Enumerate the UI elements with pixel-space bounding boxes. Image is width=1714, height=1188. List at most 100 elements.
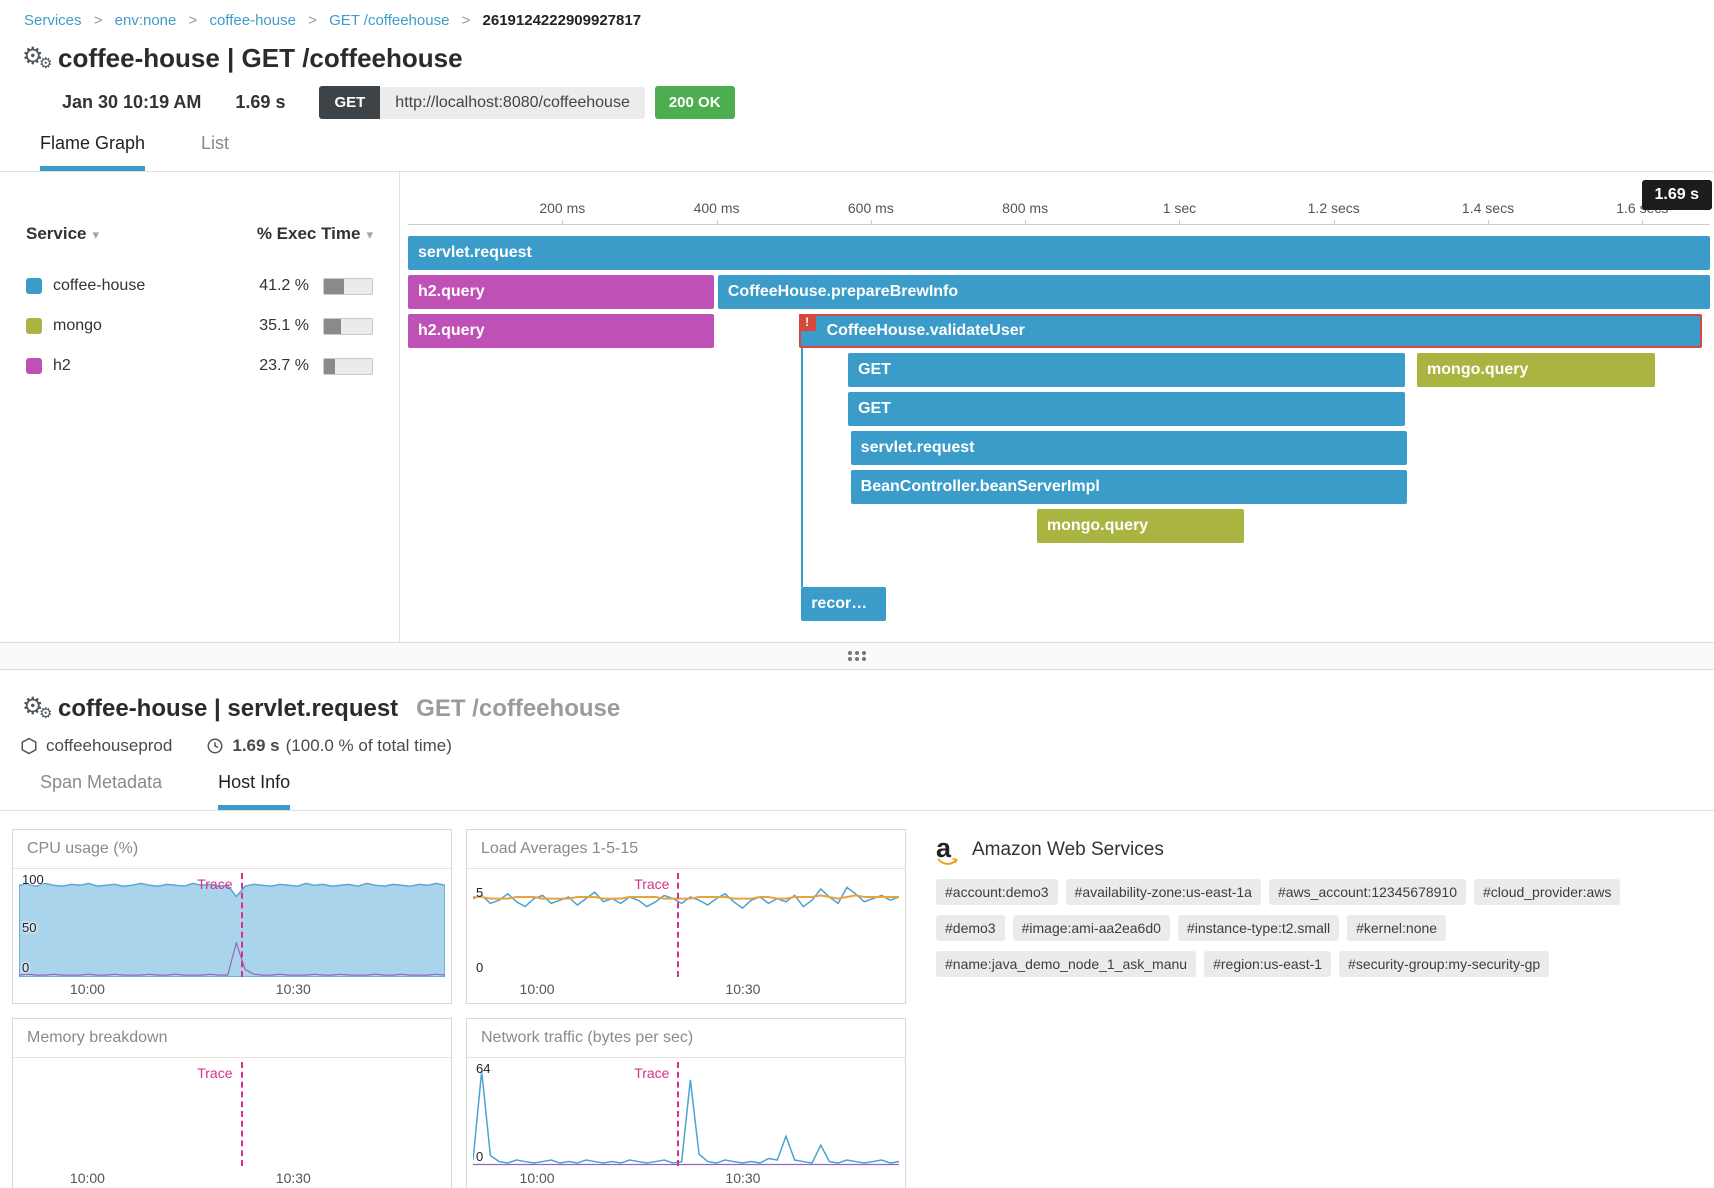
axis-tick-label: 1.4 secs <box>1462 200 1514 216</box>
host-tag[interactable]: #account:demo3 <box>936 879 1058 905</box>
host-tag[interactable]: #availability-zone:us-east-1a <box>1066 879 1261 905</box>
status-badge: 200 OK <box>655 86 735 119</box>
trace-marker-label: Trace <box>634 876 669 892</box>
column-exec-time[interactable]: % Exec Time▾ <box>257 224 373 244</box>
chart-x-axis: 10:0010:30 <box>13 1166 451 1188</box>
flame-span-label: BeanController.beanServerImpl <box>851 470 1407 504</box>
trace-duration: 1.69 s <box>235 92 285 113</box>
load-averages-chart[interactable]: 50Trace <box>473 873 899 977</box>
cpu-usage-chart[interactable]: 100500Trace <box>19 873 445 977</box>
services-rows: coffee-house 41.2 % mongo 35.1 % h2 23.7… <box>26 266 373 386</box>
chart-column-left: CPU usage (%) 100500Trace 10:0010:30 Mem… <box>12 829 452 1188</box>
breadcrumb-link-services[interactable]: Services <box>24 12 82 29</box>
services-table-header: Service▾ % Exec Time▾ <box>26 224 373 244</box>
host-tag[interactable]: #region:us-east-1 <box>1204 951 1331 977</box>
breadcrumb: Services > env:none > coffee-house > GET… <box>0 0 1714 29</box>
host-tag[interactable]: #name:java_demo_node_1_ask_manu <box>936 951 1196 977</box>
flame-span[interactable]: servlet.request <box>851 431 1407 465</box>
hexagon-host-icon <box>20 737 38 755</box>
axis-tick <box>562 220 563 225</box>
axis-tick-label: 600 ms <box>848 200 894 216</box>
span-tabs: Span Metadata Host Info <box>0 772 1714 811</box>
chart-x-axis: 10:0010:30 <box>467 1166 905 1188</box>
trace-marker-line <box>241 1062 243 1166</box>
settings-gears-icon: ⚙⚙ <box>20 694 58 724</box>
axis-tick <box>1334 220 1335 225</box>
service-name: coffee-house <box>53 277 247 295</box>
flame-span[interactable]: CoffeeHouse.prepareBrewInfo <box>718 275 1710 309</box>
tab-span-metadata[interactable]: Span Metadata <box>40 772 162 810</box>
service-exec-pct: 35.1 % <box>247 317 309 335</box>
sort-caret-icon: ▾ <box>366 227 373 242</box>
flame-section: Service▾ % Exec Time▾ coffee-house 41.2 … <box>0 172 1714 642</box>
service-row-mongo[interactable]: mongo 35.1 % <box>26 306 373 346</box>
host-tag[interactable]: #demo3 <box>936 915 1005 941</box>
flame-span[interactable]: !CoffeeHouse.validateUser <box>799 314 1703 348</box>
breadcrumb-link-env[interactable]: env:none <box>115 12 177 29</box>
axis-tick-label: 1.2 secs <box>1308 200 1360 216</box>
host-tag[interactable]: #image:ami-aa2ea6d0 <box>1013 915 1170 941</box>
trace-marker-label: Trace <box>197 876 232 892</box>
axis-tick-label: 1 sec <box>1163 200 1196 216</box>
flame-span[interactable]: h2.query <box>408 275 714 309</box>
breadcrumb-link-service[interactable]: coffee-house <box>209 12 295 29</box>
sort-caret-icon: ▾ <box>93 227 100 242</box>
span-meta-row: coffeehouseprod 1.69 s (100.0 % of total… <box>20 736 1714 756</box>
amazon-logo-icon: a <box>936 835 962 865</box>
aws-heading-row: a Amazon Web Services <box>936 835 1692 865</box>
breadcrumb-link-resource[interactable]: GET /coffeehouse <box>329 12 449 29</box>
total-duration-badge: 1.69 s <box>1642 180 1712 210</box>
settings-gears-icon: ⚙⚙ <box>20 44 58 74</box>
flame-span[interactable]: mongo.query <box>1417 353 1655 387</box>
host-name: coffeehouseprod <box>46 736 172 756</box>
chart-title: Network traffic (bytes per sec) <box>467 1019 905 1058</box>
tab-list[interactable]: List <box>201 133 229 171</box>
flame-span[interactable]: BeanController.beanServerImpl <box>851 470 1407 504</box>
tab-flame-graph[interactable]: Flame Graph <box>40 133 145 171</box>
y-axis-label: 100 <box>22 872 44 887</box>
flame-span-label: servlet.request <box>408 236 1710 270</box>
flame-span[interactable]: recor… <box>801 587 886 621</box>
axis-tick <box>1025 220 1026 225</box>
y-axis-label: 50 <box>22 920 36 935</box>
service-row-h2[interactable]: h2 23.7 % <box>26 346 373 386</box>
chart-title: Load Averages 1-5-15 <box>467 830 905 869</box>
column-service[interactable]: Service▾ <box>26 224 99 244</box>
host-tag[interactable]: #kernel:none <box>1347 915 1446 941</box>
flame-axis: 200 ms400 ms600 ms800 ms1 sec1.2 secs1.4… <box>408 198 1710 225</box>
flame-spans: servlet.request h2.queryCoffeeHouse.prepa… <box>408 236 1710 638</box>
network-traffic-chart[interactable]: 640Trace <box>473 1062 899 1166</box>
flame-span-label: mongo.query <box>1417 353 1655 387</box>
axis-tick-label: 400 ms <box>694 200 740 216</box>
host-tag[interactable]: #security-group:my-security-gp <box>1339 951 1549 977</box>
trace-header: ⚙⚙ coffee-house | GET /coffeehouse <box>20 43 1714 74</box>
axis-tick <box>871 220 872 225</box>
flame-span-label: GET <box>848 392 1405 426</box>
flame-span-label: CoffeeHouse.prepareBrewInfo <box>718 275 1710 309</box>
drag-handle-icon[interactable] <box>848 651 852 655</box>
host-info-content: CPU usage (%) 100500Trace 10:0010:30 Mem… <box>0 811 1714 1188</box>
y-axis-label: 0 <box>476 960 483 975</box>
x-axis-label: 10:00 <box>520 981 555 997</box>
service-exec-pct: 41.2 % <box>247 277 309 295</box>
pane-resize-divider[interactable] <box>0 642 1714 670</box>
flame-span-label: h2.query <box>408 314 714 348</box>
host-tag[interactable]: #instance-type:t2.small <box>1178 915 1339 941</box>
host-tag[interactable]: #aws_account:12345678910 <box>1269 879 1466 905</box>
breadcrumb-separator: > <box>189 12 198 29</box>
error-connector-line <box>801 348 803 587</box>
axis-tick <box>717 220 718 225</box>
flame-span[interactable]: GET <box>848 392 1405 426</box>
flame-span[interactable]: h2.query <box>408 314 714 348</box>
flame-span[interactable]: mongo.query <box>1037 509 1244 543</box>
service-color-swatch <box>26 278 42 294</box>
flame-span[interactable]: servlet.request <box>408 236 1710 270</box>
span-endpoint: GET /coffeehouse <box>416 695 620 723</box>
breadcrumb-separator: > <box>308 12 317 29</box>
host-tag[interactable]: #cloud_provider:aws <box>1474 879 1620 905</box>
service-color-swatch <box>26 318 42 334</box>
tab-host-info[interactable]: Host Info <box>218 772 290 810</box>
flame-span[interactable]: GET <box>848 353 1405 387</box>
service-row-coffee-house[interactable]: coffee-house 41.2 % <box>26 266 373 306</box>
memory-breakdown-chart[interactable]: Trace <box>19 1062 445 1166</box>
